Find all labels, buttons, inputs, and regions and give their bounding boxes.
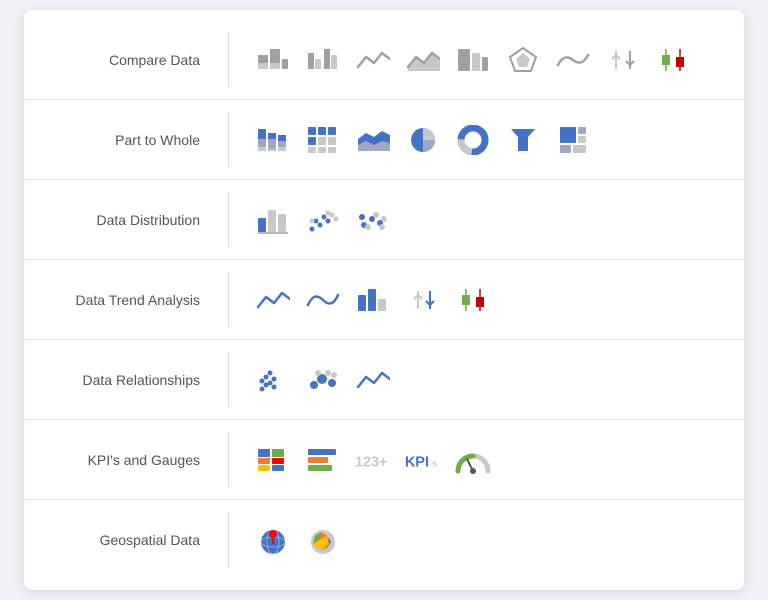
radar-icon[interactable] xyxy=(453,40,493,80)
row-compare-data: Compare Data xyxy=(24,20,744,100)
row-kpi-gauges: KPI's and Gauges xyxy=(24,420,744,500)
trend-updown-icon[interactable] xyxy=(403,280,443,320)
colorful-map-icon[interactable] xyxy=(303,520,343,560)
chart-type-card: Compare Data xyxy=(24,10,744,590)
icons-geospatial-data xyxy=(233,520,363,560)
scatter-small-icon[interactable] xyxy=(253,360,293,400)
globe-pin-icon[interactable] xyxy=(253,520,293,560)
funnel-chart-icon[interactable] xyxy=(503,120,543,160)
label-data-distribution: Data Distribution xyxy=(24,212,224,228)
line-chart-icon[interactable] xyxy=(353,40,393,80)
kpi-stacked-icon[interactable] xyxy=(253,440,293,480)
icons-part-to-whole xyxy=(233,120,613,160)
label-compare-data: Compare Data xyxy=(24,52,224,68)
icons-data-trend-analysis xyxy=(233,280,513,320)
label-data-relationships: Data Relationships xyxy=(24,372,224,388)
label-kpi-gauges: KPI's and Gauges xyxy=(24,452,224,468)
relationship-line-icon[interactable] xyxy=(353,360,393,400)
row-data-distribution: Data Distribution xyxy=(24,180,744,260)
row-part-to-whole: Part to Whole xyxy=(24,100,744,180)
treemap-icon[interactable] xyxy=(553,120,593,160)
svg-text:123+: 123+ xyxy=(355,454,388,470)
icons-data-relationships xyxy=(233,360,413,400)
icons-kpi-gauges: 123+ KPI s xyxy=(233,440,513,480)
area-blue-icon[interactable] xyxy=(353,120,393,160)
dot-cloud-icon[interactable] xyxy=(353,200,393,240)
map-polygon-icon[interactable] xyxy=(503,40,543,80)
svg-text:s: s xyxy=(432,458,437,468)
histogram-icon[interactable] xyxy=(253,200,293,240)
stacked-bar-blue-icon[interactable] xyxy=(253,120,293,160)
row-geospatial-data: Geospatial Data xyxy=(24,500,744,580)
donut-chart-icon[interactable] xyxy=(453,120,493,160)
kpi-number-icon[interactable]: 123+ xyxy=(353,440,393,480)
gauge-icon[interactable] xyxy=(453,440,493,480)
dot-plot-small-icon[interactable] xyxy=(303,200,343,240)
row-data-trend-analysis: Data Trend Analysis xyxy=(24,260,744,340)
bubble-chart-icon[interactable] xyxy=(303,360,343,400)
trend-wave-icon[interactable] xyxy=(303,280,343,320)
area-chart-icon[interactable] xyxy=(403,40,443,80)
trend-candlestick-icon[interactable] xyxy=(453,280,493,320)
kpi-hbar-icon[interactable] xyxy=(303,440,343,480)
kpi-text-icon[interactable]: KPI s xyxy=(403,440,443,480)
grouped-bar-icon[interactable] xyxy=(303,40,343,80)
label-geospatial-data: Geospatial Data xyxy=(24,532,224,548)
wave-line-icon[interactable] xyxy=(553,40,593,80)
waffle-chart-icon[interactable] xyxy=(303,120,343,160)
svg-text:KPI: KPI xyxy=(405,454,429,470)
trend-bar-icon[interactable] xyxy=(353,280,393,320)
stock-updown-icon[interactable] xyxy=(603,40,643,80)
pie-chart-icon[interactable] xyxy=(403,120,443,160)
label-data-trend-analysis: Data Trend Analysis xyxy=(24,292,224,308)
trend-line-icon[interactable] xyxy=(253,280,293,320)
icons-data-distribution xyxy=(233,200,413,240)
icons-compare-data xyxy=(233,40,713,80)
candlestick-green-icon[interactable] xyxy=(653,40,693,80)
label-part-to-whole: Part to Whole xyxy=(24,132,224,148)
stacked-bar-icon[interactable] xyxy=(253,40,293,80)
row-data-relationships: Data Relationships xyxy=(24,340,744,420)
